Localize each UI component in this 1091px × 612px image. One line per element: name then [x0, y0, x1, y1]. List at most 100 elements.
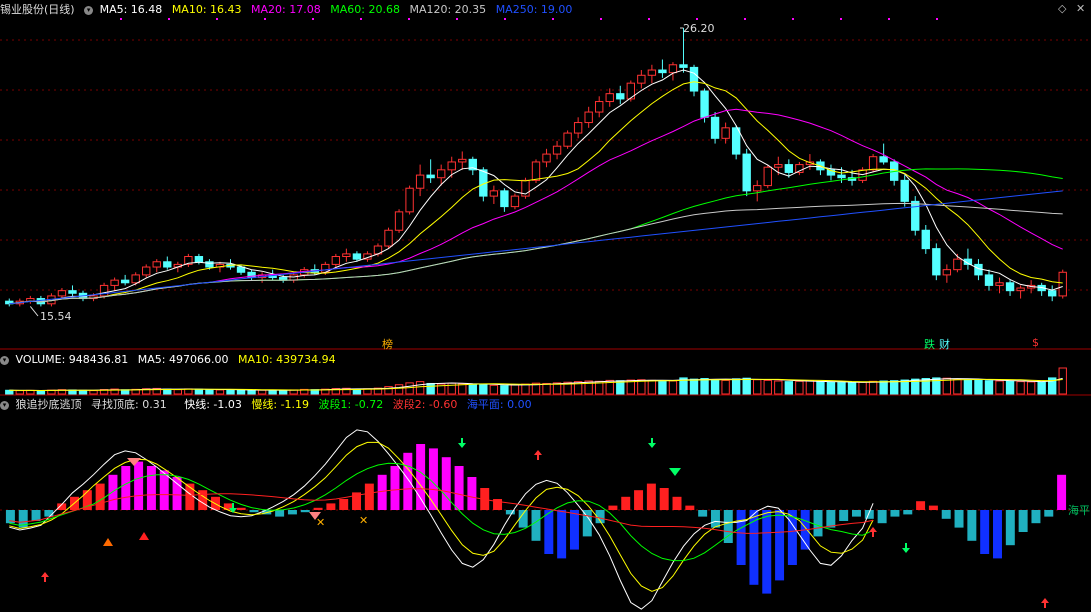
indicator-bar	[698, 510, 708, 517]
candle-body	[131, 274, 140, 284]
candle-body	[142, 266, 151, 276]
candle-body	[352, 253, 362, 260]
volume-bar	[774, 380, 783, 395]
price-header: 锡业股份(日线) ▾ MA5: 16.48 MA10: 16.43 MA20: …	[0, 2, 578, 18]
indicator-bar	[364, 483, 374, 510]
signal-dot	[888, 18, 890, 20]
candle-body	[289, 274, 298, 281]
indicator-name[interactable]: 狼追抄底逃顶	[16, 398, 82, 411]
volume-bar	[731, 378, 741, 395]
close-icon[interactable]: ✕	[1076, 2, 1085, 15]
volume-ma5: MA5: 497066.00	[137, 353, 229, 366]
volume-bar	[753, 379, 762, 395]
indicator-bar	[454, 466, 464, 510]
candle-body	[774, 164, 783, 168]
candle-body	[194, 256, 204, 263]
candle-body	[573, 122, 583, 134]
volume-header: ▾ VOLUME: 948436.81 MA5: 497066.00 MA10:…	[0, 352, 342, 368]
volume-bar	[226, 389, 235, 395]
volume-bar	[278, 389, 288, 395]
volume-bar	[795, 380, 804, 395]
indicator-bar	[172, 477, 182, 510]
candle-body	[647, 69, 657, 76]
marker-cai[interactable]: 财	[939, 336, 950, 352]
sell-triangle-icon	[669, 468, 681, 476]
volume-bar	[647, 379, 657, 395]
indicator-bar	[890, 510, 900, 517]
indicator-bar	[1018, 510, 1028, 532]
indicator-bar	[903, 510, 913, 515]
indicator-chart[interactable]: ✕ ✕	[5, 429, 1067, 610]
candle-body	[531, 161, 541, 181]
volume-bar	[805, 380, 815, 395]
indicator-bar	[569, 510, 579, 550]
volume-chart[interactable]	[5, 367, 1067, 395]
indicator-bar	[928, 505, 938, 510]
indicator-bar	[980, 510, 990, 554]
marker-bang[interactable]: 榜	[382, 336, 393, 352]
volume-bar	[963, 379, 973, 395]
indicator-menu-icon[interactable]: ▾	[0, 400, 9, 410]
signal-dot	[456, 18, 458, 20]
marker-die[interactable]: 跌	[924, 336, 935, 352]
indicator-bar	[377, 474, 387, 510]
circle-menu-icon[interactable]: ▾	[84, 5, 94, 15]
indicator-bar	[403, 452, 413, 510]
indicator-header: ▾ 狼追抄底逃顶 寻找顶底: 0.31 快线: -1.03 慢线: -1.19 …	[0, 397, 538, 413]
signal-dot	[744, 18, 746, 20]
indicator-bar	[390, 466, 400, 510]
indicator-bar	[531, 510, 541, 541]
low-price-label: 15.54	[40, 310, 72, 323]
candle-body	[489, 190, 499, 197]
indicator-bar	[813, 510, 823, 537]
wave1-value: 波段1: -0.72	[318, 398, 384, 411]
indicator-bar	[108, 474, 118, 510]
volume-menu-icon[interactable]: ▾	[0, 355, 9, 365]
bell-icon	[103, 538, 113, 546]
signal-dot	[216, 18, 218, 20]
candle-body	[584, 111, 593, 124]
candle-body	[932, 248, 941, 276]
signal-dot	[936, 18, 938, 20]
indicator-bar	[634, 490, 644, 510]
price-chart[interactable]	[5, 18, 1067, 317]
volume-bar	[405, 382, 414, 395]
signal-dot	[600, 18, 602, 20]
volume-bar	[521, 383, 530, 395]
ma120-line	[9, 202, 1063, 305]
volume-bar	[78, 389, 88, 395]
volume-bar	[268, 389, 277, 395]
indicator-bar	[967, 510, 977, 541]
sell-arrow-icon	[458, 438, 466, 448]
candle-body	[995, 282, 1004, 286]
candle-body	[500, 190, 509, 208]
candle-body	[152, 261, 161, 268]
candle-body	[236, 266, 246, 273]
indicator-bar	[518, 510, 528, 528]
indicator-bar	[736, 510, 746, 565]
volume-bar	[1058, 367, 1067, 395]
candle-body	[721, 127, 730, 139]
indicator-bar	[275, 510, 285, 517]
volume-bar	[257, 389, 267, 395]
volume-bar	[721, 379, 730, 395]
indicator-bar	[877, 510, 887, 524]
candle-body	[742, 153, 751, 192]
stock-title[interactable]: 锡业股份(日线)	[0, 3, 75, 16]
marker-dollar[interactable]: $	[1032, 336, 1039, 349]
indicator-bar	[236, 507, 246, 510]
diamond-icon[interactable]: ◇	[1058, 2, 1066, 15]
fork-icon: ✕	[359, 514, 368, 527]
stock-chart[interactable]: ✕ ✕	[0, 0, 1091, 612]
indicator-bar	[441, 457, 451, 510]
candle-body	[57, 290, 67, 297]
sea-level-value: 海平面: 0.00	[466, 398, 532, 411]
candle-body	[510, 195, 520, 208]
volume-bar	[784, 381, 794, 395]
indicator-bar	[44, 510, 54, 517]
indicator-bar	[762, 510, 772, 594]
ma250-line	[9, 190, 1063, 305]
indicator-bar	[993, 510, 1002, 559]
volume-bar	[742, 377, 751, 395]
candle-body	[437, 169, 446, 179]
